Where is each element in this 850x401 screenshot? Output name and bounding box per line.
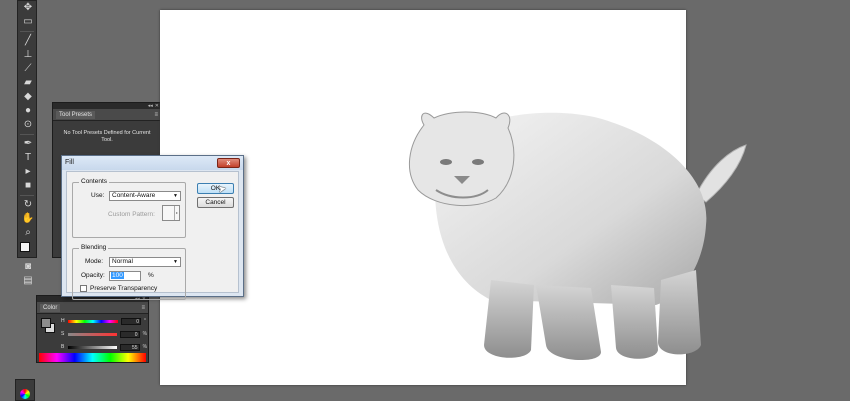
screen-mode-icon[interactable]: ▤	[18, 274, 38, 288]
blur-icon[interactable]: ●	[18, 104, 38, 118]
tab-tool-presets[interactable]: Tool Presets	[56, 110, 96, 119]
move-icon[interactable]: ✥	[18, 1, 38, 15]
quick-mask-icon[interactable]: ◙	[18, 260, 38, 274]
path-select-icon[interactable]: ▸	[18, 165, 38, 179]
hue-unit: °	[144, 318, 146, 324]
opacity-value: 100	[111, 272, 124, 279]
foreground-color-chip[interactable]	[41, 318, 51, 328]
3d-rotate-icon[interactable]: ↻	[18, 198, 38, 212]
mode-select[interactable]: Normal ▼	[109, 257, 181, 267]
dodge-icon[interactable]: ⊙	[18, 118, 38, 132]
marquee-icon[interactable]: ▭	[18, 15, 38, 29]
color-wheel-icon[interactable]	[20, 389, 30, 399]
mouse-pointer-icon: ➤	[217, 183, 228, 196]
custom-pattern-label: Custom Pattern:	[108, 211, 155, 218]
contents-group-label: Contents	[79, 178, 110, 186]
preserve-transparency-checkbox[interactable]	[80, 285, 87, 292]
hue-slider-row: H 0 °	[61, 317, 147, 325]
eraser-icon[interactable]: ▰	[18, 76, 38, 90]
use-select-value: Content-Aware	[112, 192, 156, 199]
cancel-button[interactable]: Cancel	[197, 197, 234, 208]
dialog-close-button[interactable]: x	[217, 158, 240, 168]
opacity-input[interactable]: 100	[109, 271, 141, 281]
blending-group-label: Blending	[79, 244, 109, 252]
fill-dialog: Fill x Contents Use: Content-Aware ▼ Cus…	[61, 155, 244, 300]
dialog-body: Contents Use: Content-Aware ▼ Custom Pat…	[66, 171, 239, 300]
saturation-slider[interactable]	[67, 332, 117, 336]
opacity-unit: %	[148, 272, 154, 279]
ok-button[interactable]: OK	[197, 183, 234, 194]
cat-painting	[408, 111, 747, 361]
custom-pattern-picker: ▸	[162, 205, 180, 221]
presets-empty-message: No Tool Presets Defined for Current Tool…	[63, 130, 151, 143]
tools-panel: ✥ ▭ ╱ ⊥ ⟋ ▰ ◆ ● ⊙ ✒ T ▸ ■ ↻ ✋ ⌕ ◙ ▤	[17, 0, 38, 286]
close-panel-icon[interactable]: ✕	[155, 103, 159, 109]
pattern-arrow-icon: ▸	[174, 206, 179, 220]
hue-value[interactable]: 0	[121, 317, 141, 325]
brightness-unit: %	[142, 344, 148, 350]
history-brush-icon[interactable]: ⟋	[18, 62, 38, 76]
color-swatches[interactable]	[18, 240, 36, 260]
tab-color[interactable]: Color	[40, 303, 61, 312]
tools-divider	[20, 193, 34, 196]
hue-slider[interactable]	[68, 319, 118, 323]
foreground-color-swatch[interactable]	[20, 242, 30, 252]
chevron-down-icon: ▼	[173, 193, 178, 199]
preserve-transparency-label: Preserve Transparency	[90, 285, 158, 292]
brush-icon[interactable]: ╱	[18, 34, 38, 48]
use-select[interactable]: Content-Aware ▼	[109, 191, 181, 201]
panel-tab-row: Color ≡	[37, 302, 148, 314]
shape-icon[interactable]: ■	[18, 179, 38, 193]
bucket-icon[interactable]: ◆	[18, 90, 38, 104]
color-panel: ◂◂ ✕ Color ≡ H 0 ° S 0 % B 55 %	[36, 295, 149, 363]
saturation-unit: %	[142, 331, 148, 337]
zoom-icon[interactable]: ⌕	[18, 226, 38, 240]
type-icon[interactable]: T	[18, 151, 38, 165]
opacity-label: Opacity:	[81, 272, 105, 279]
dialog-title: Fill	[62, 156, 243, 170]
brightness-value[interactable]: 55	[119, 343, 140, 351]
tools-divider	[20, 132, 34, 135]
brightness-slider[interactable]	[67, 345, 117, 349]
mode-label: Mode:	[85, 258, 104, 265]
use-label: Use:	[91, 192, 105, 199]
brightness-slider-row: B 55 %	[61, 343, 147, 351]
contents-group: Contents Use: Content-Aware ▼ Custom Pat…	[72, 178, 186, 238]
saturation-slider-row: S 0 %	[61, 330, 147, 338]
chevron-down-icon: ▼	[173, 259, 178, 265]
slider-letter: B	[61, 344, 65, 350]
collapse-icon[interactable]: ◂◂	[148, 103, 153, 109]
slider-letter: S	[61, 331, 65, 337]
tools-divider	[20, 29, 34, 32]
slider-letter: H	[61, 318, 65, 324]
pen-icon[interactable]: ✒	[18, 137, 38, 151]
saturation-value[interactable]: 0	[119, 330, 140, 338]
mode-select-value: Normal	[112, 258, 133, 265]
collapsed-panel-dock[interactable]	[15, 379, 35, 401]
panel-menu-icon[interactable]: ≡	[141, 305, 145, 311]
hand-icon[interactable]: ✋	[18, 212, 38, 226]
panel-menu-icon[interactable]: ≡	[154, 112, 158, 118]
blending-group: Blending Mode: Normal ▼ Opacity: 100 % P…	[72, 244, 186, 300]
panel-tab-row: Tool Presets ≡	[53, 109, 161, 121]
color-spectrum-bar[interactable]	[39, 353, 146, 362]
stamp-icon[interactable]: ⊥	[18, 48, 38, 62]
